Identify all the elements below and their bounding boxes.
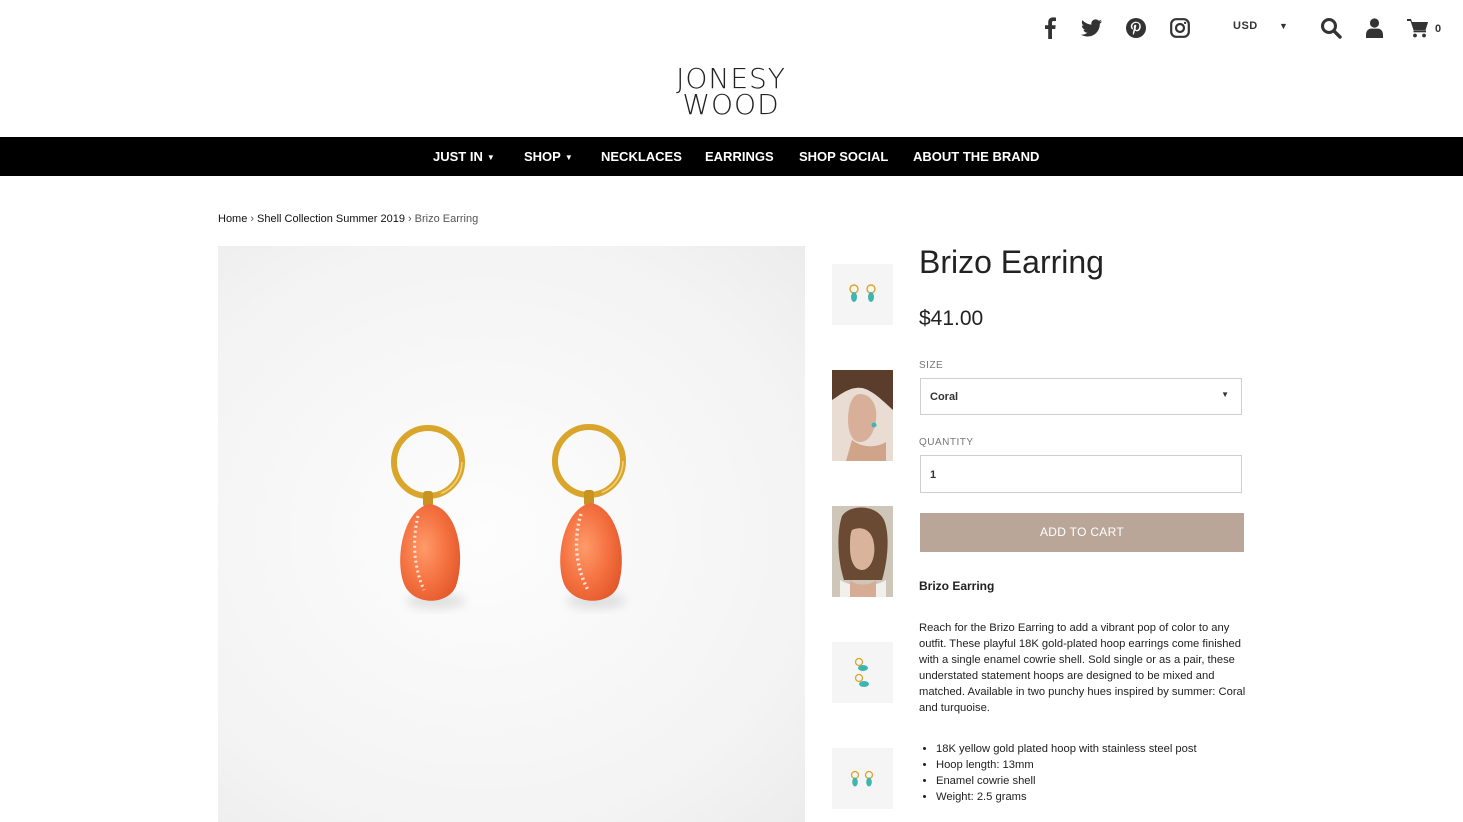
description-title: Brizo Earring (919, 579, 995, 593)
breadcrumb: Home › Shell Collection Summer 2019 › Brizo … (218, 213, 478, 225)
list-item: 18K yellow gold plated hoop with stainle… (936, 741, 1266, 757)
product-price: $41.00 (919, 307, 984, 330)
brand-logo[interactable]: JONESY WOOD (671, 65, 791, 126)
nav-item-about[interactable]: ABOUT THE BRAND (913, 137, 1039, 176)
product-main-image[interactable] (218, 246, 805, 822)
thumbnail-2[interactable] (832, 370, 893, 461)
size-label: SIZE (919, 360, 944, 371)
breadcrumb-separator: › (407, 213, 412, 225)
list-item: Enamel cowrie shell (936, 773, 1266, 789)
quantity-input[interactable]: 1 (920, 455, 1242, 493)
thumbnail-1[interactable] (832, 264, 893, 325)
nav-item-necklaces[interactable]: NECKLACES (601, 137, 682, 176)
main-nav: JUST IN ▼ SHOP ▼ NECKLACES EARRINGS SHOP S… (0, 137, 1463, 176)
caret-down-icon: ▼ (1221, 390, 1229, 399)
pinterest-icon[interactable] (1123, 14, 1149, 42)
breadcrumb-home[interactable]: Home (218, 213, 247, 225)
search-icon[interactable] (1319, 14, 1343, 42)
breadcrumb-collection[interactable]: Shell Collection Summer 2019 (257, 213, 405, 225)
caret-down-icon: ▼ (486, 153, 495, 162)
currency-selector[interactable]: USD ▼ (1233, 20, 1288, 32)
nav-item-just-in[interactable]: JUST IN ▼ (433, 137, 495, 176)
thumbnail-5[interactable] (832, 748, 893, 809)
nav-label: JUST IN (433, 149, 483, 164)
thumbnail-3[interactable] (832, 506, 893, 597)
breadcrumb-current: Brizo Earring (414, 213, 479, 225)
nav-label: SHOP (524, 149, 561, 164)
logo-line-2: WOOD (682, 88, 780, 121)
nav-item-earrings[interactable]: EARRINGS (705, 137, 774, 176)
twitter-icon[interactable] (1078, 14, 1104, 42)
account-icon[interactable] (1363, 14, 1385, 42)
add-to-cart-button[interactable]: ADD TO CART (920, 513, 1244, 552)
product-description: Reach for the Brizo Earring to add a vib… (919, 622, 1246, 714)
nav-item-shop[interactable]: SHOP ▼ (524, 137, 573, 176)
caret-down-icon: ▼ (564, 153, 573, 162)
cart-icon[interactable] (1405, 14, 1431, 42)
breadcrumb-separator: › (250, 213, 255, 225)
caret-down-icon: ▼ (1279, 21, 1289, 31)
currency-value: USD (1233, 20, 1258, 32)
quantity-label: QUANTITY (919, 437, 974, 448)
list-item: Weight: 2.5 grams (936, 789, 1266, 805)
cart-count[interactable]: 0 (1435, 23, 1441, 35)
feature-list: 18K yellow gold plated hoop with stainle… (919, 741, 1266, 805)
thumbnail-4[interactable] (832, 642, 893, 703)
size-value: Coral (930, 391, 959, 403)
instagram-icon[interactable] (1167, 14, 1193, 42)
product-title: Brizo Earring (919, 244, 1104, 280)
nav-item-shop-social[interactable]: SHOP SOCIAL (799, 137, 888, 176)
facebook-icon[interactable] (1037, 14, 1063, 42)
list-item: Hoop length: 13mm (936, 757, 1266, 773)
size-select[interactable]: Coral ▼ (920, 378, 1242, 415)
